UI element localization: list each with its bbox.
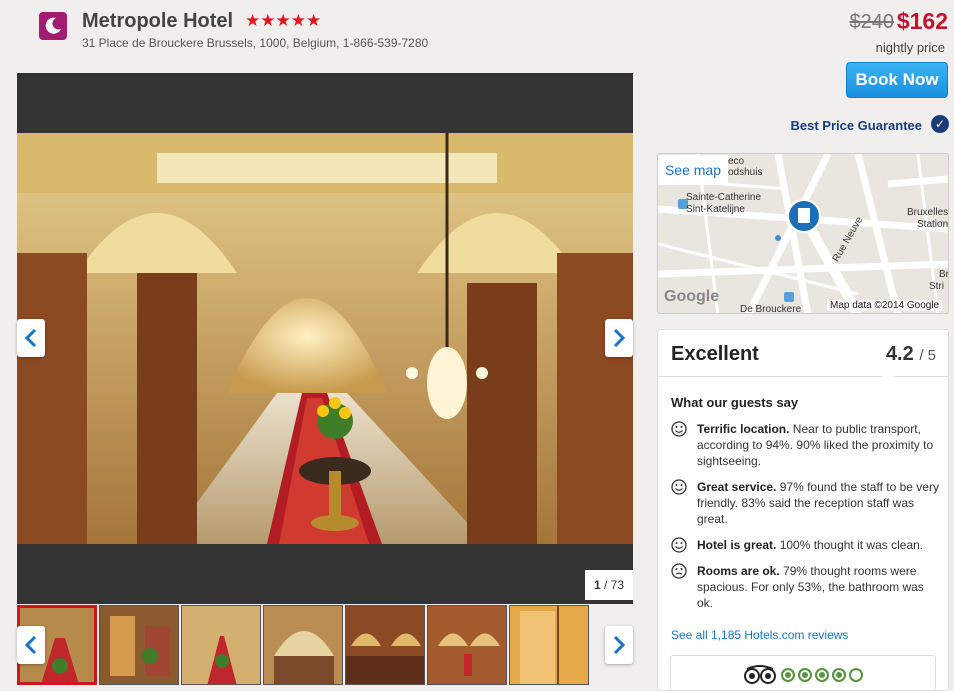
map-label: Sint-Katelijne: [686, 204, 745, 215]
see-all-reviews-link[interactable]: See all 1,185 Hotels.com reviews: [671, 628, 848, 642]
photo-counter: 1 / 73: [585, 570, 633, 600]
rating-word: Excellent: [671, 343, 759, 365]
photo-counter-total: / 73: [604, 578, 625, 592]
star-rating: ★★★★★: [245, 11, 322, 30]
see-map-link[interactable]: See map: [658, 155, 728, 185]
thumbnail[interactable]: [345, 605, 425, 685]
review-summary-item: Terrific location. Near to public transp…: [671, 421, 941, 469]
tripadvisor-owl-icon: [744, 665, 776, 684]
review-item-heading: Terrific location.: [697, 422, 790, 436]
review-summary-item: Great service. 97% found the staff to be…: [671, 479, 941, 527]
photo-counter-current: 1: [593, 578, 601, 592]
book-now-button[interactable]: Book Now: [846, 62, 948, 98]
thumbnails-next-button[interactable]: [605, 626, 633, 664]
tripadvisor-bubble-icon: [781, 668, 795, 682]
hotel-name: Metropole Hotel: [82, 10, 234, 32]
main-photo[interactable]: [17, 133, 633, 544]
rating-score-value: 4.2: [885, 343, 914, 365]
gallery-prev-button[interactable]: [17, 319, 45, 357]
rating-score-max: / 5: [919, 347, 936, 364]
thumbnails-prev-button[interactable]: [17, 626, 45, 664]
thumbnail[interactable]: [509, 605, 589, 685]
hotel-address: 31 Place de Brouckere Brussels, 1000, Be…: [82, 36, 429, 50]
thumbnail[interactable]: [181, 605, 261, 685]
review-item-text: 100% thought it was clean.: [776, 538, 924, 552]
original-price: $240: [849, 11, 895, 33]
map-label: Station: [917, 219, 949, 230]
neutral-face-icon: [671, 563, 687, 579]
tripadvisor-bubble-icon: [815, 668, 829, 682]
map-label: De Brouckere: [740, 304, 802, 314]
map-label: Br: [939, 269, 949, 280]
google-logo: Google: [664, 288, 720, 305]
smiley-face-icon: [671, 537, 687, 553]
review-item-heading: Great service.: [697, 480, 777, 494]
price-note: nightly price: [875, 40, 945, 55]
hotels-logo-icon: [39, 12, 67, 40]
smiley-face-icon: [671, 479, 687, 495]
map-label: Bruxelles: [907, 207, 949, 218]
thumbnail-strip: [17, 605, 597, 687]
rating-header: Excellent 4.2 / 5: [658, 330, 948, 377]
photo-gallery: 1 / 73: [17, 73, 633, 604]
guarantee-badge-icon: ✓: [931, 115, 949, 133]
gallery-next-button[interactable]: [605, 319, 633, 357]
tripadvisor-rating[interactable]: [670, 655, 936, 691]
map-label: Sainte-Catherine: [686, 192, 762, 203]
map-label: Stri: [929, 281, 944, 292]
map-label: odshuis: [728, 167, 763, 178]
hotel-page: Metropole Hotel ★★★★★ 31 Place de Brouck…: [0, 0, 954, 691]
rating-notch: [882, 376, 894, 386]
review-item-heading: Rooms are ok.: [697, 564, 780, 578]
best-price-guarantee-link[interactable]: Best Price Guarantee: [790, 118, 922, 133]
review-item-heading: Hotel is great.: [697, 538, 777, 552]
discount-price: $162: [896, 8, 948, 34]
tripadvisor-bubble-icon: [849, 668, 863, 682]
tripadvisor-bubble-icon: [798, 668, 812, 682]
reviews-panel: Excellent 4.2 / 5 What our guests say Te…: [657, 329, 949, 691]
thumbnail[interactable]: [263, 605, 343, 685]
tripadvisor-bubble-icon: [832, 668, 846, 682]
thumbnail[interactable]: [99, 605, 179, 685]
review-summary-item: Rooms are ok. 79% thought rooms were spa…: [671, 563, 941, 611]
smiley-face-icon: [671, 421, 687, 437]
reviews-title: What our guests say: [671, 395, 799, 410]
rating-score: 4.2 / 5: [886, 343, 936, 366]
thumbnail[interactable]: [427, 605, 507, 685]
review-summary-item: Hotel is great. 100% thought it was clea…: [671, 537, 941, 553]
map-credit: Map data ©2014 Google: [827, 300, 943, 311]
map-label: eco: [728, 156, 745, 167]
